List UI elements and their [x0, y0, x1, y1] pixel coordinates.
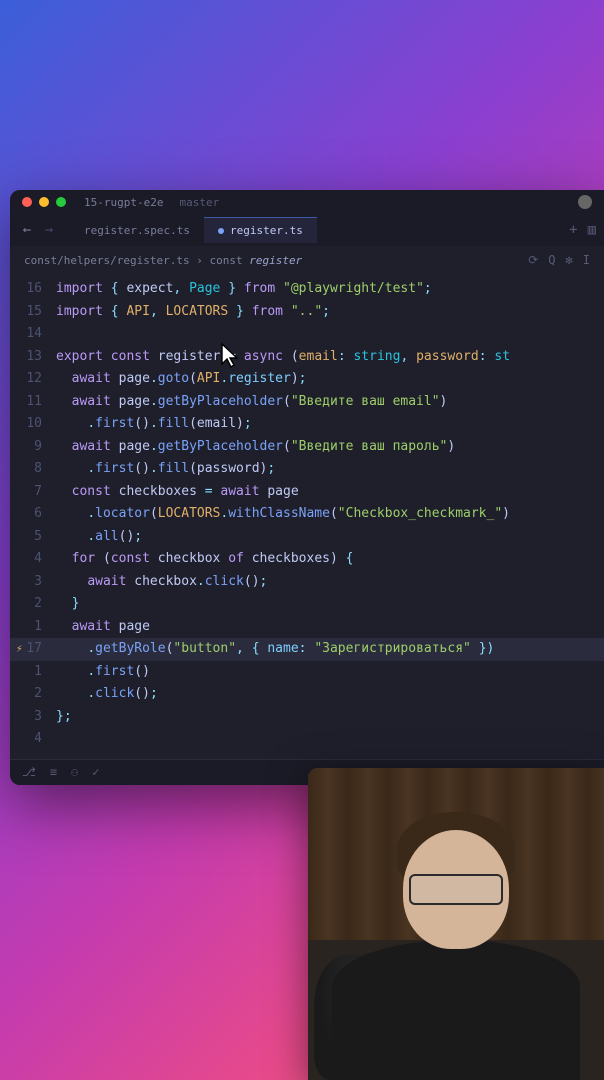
minimize-window-button[interactable]: [39, 197, 49, 207]
title-bar: 15-rugpt-e2e master: [10, 190, 604, 214]
code-line[interactable]: 1 .first(): [10, 661, 604, 684]
line-number: 12: [10, 368, 56, 391]
code-line[interactable]: 11 await page.getByPlaceholder("Введите …: [10, 391, 604, 414]
code-line[interactable]: 4: [10, 728, 604, 751]
glasses-icon: [409, 874, 504, 905]
refresh-icon[interactable]: ⟳: [528, 253, 538, 267]
code-content[interactable]: const checkboxes = await page: [56, 481, 299, 504]
code-line[interactable]: 14: [10, 323, 604, 346]
line-number: 9: [10, 436, 56, 459]
code-content[interactable]: export const register = async (email: st…: [56, 346, 510, 369]
code-line[interactable]: 9 await page.getByPlaceholder("Введите в…: [10, 436, 604, 459]
code-content[interactable]: .all();: [56, 526, 142, 549]
git-branch: master: [179, 196, 219, 209]
code-content[interactable]: await page.goto(API.register);: [56, 368, 307, 391]
line-number: 15: [10, 301, 56, 324]
line-number: 4: [10, 548, 56, 571]
nav-back-icon[interactable]: ←: [18, 222, 36, 238]
text-cursor-icon[interactable]: I: [583, 253, 590, 267]
tab-register-ts[interactable]: register.ts: [204, 217, 317, 243]
tab-register-spec-ts[interactable]: register.spec.ts: [70, 217, 204, 243]
line-number: 2: [10, 683, 56, 706]
new-tab-icon[interactable]: +: [569, 222, 577, 238]
project-name: 15-rugpt-e2e: [84, 196, 163, 209]
code-line[interactable]: 1 await page: [10, 616, 604, 639]
line-number: 8: [10, 458, 56, 481]
code-content[interactable]: await page: [56, 616, 150, 639]
code-content[interactable]: .first(): [56, 661, 150, 684]
code-line[interactable]: 2 .click();: [10, 683, 604, 706]
code-content[interactable]: .first().fill(password);: [56, 458, 275, 481]
maximize-window-button[interactable]: [56, 197, 66, 207]
code-content[interactable]: .first().fill(email);: [56, 413, 252, 436]
code-line[interactable]: 2 }: [10, 593, 604, 616]
close-window-button[interactable]: [22, 197, 32, 207]
code-line[interactable]: 6 .locator(LOCATORS.withClassName("Check…: [10, 503, 604, 526]
code-line[interactable]: 7 const checkboxes = await page: [10, 481, 604, 504]
code-content[interactable]: .click();: [56, 683, 158, 706]
code-line[interactable]: 4 for (const checkbox of checkboxes) {: [10, 548, 604, 571]
line-number: 1: [10, 616, 56, 639]
code-line[interactable]: 15import { API, LOCATORS } from "..";: [10, 301, 604, 324]
code-content[interactable]: await page.getByPlaceholder("Введите ваш…: [56, 436, 455, 459]
line-number: 11: [10, 391, 56, 414]
code-line[interactable]: 13export const register = async (email: …: [10, 346, 604, 369]
line-number: 16: [10, 278, 56, 301]
code-content[interactable]: for (const checkbox of checkboxes) {: [56, 548, 353, 571]
line-number: 10: [10, 413, 56, 436]
status-icon-1[interactable]: ≡: [50, 765, 57, 779]
editor-window: 15-rugpt-e2e master ← → register.spec.ts…: [10, 190, 604, 785]
tab-label: register.spec.ts: [84, 224, 190, 237]
breadcrumb-path: const/helpers/register.ts: [24, 254, 190, 267]
line-number: 7: [10, 481, 56, 504]
tab-label: register.ts: [230, 224, 303, 237]
status-icon-3[interactable]: ✓: [92, 765, 99, 779]
code-editor[interactable]: 16import { expect, Page } from "@playwri…: [10, 274, 604, 759]
person-body: [332, 940, 581, 1080]
line-number: 4: [10, 728, 56, 751]
code-content[interactable]: };: [56, 706, 72, 729]
code-line[interactable]: 3 await checkbox.click();: [10, 571, 604, 594]
status-icon-2[interactable]: ⚇: [71, 765, 78, 779]
bolt-icon: ⚡: [16, 638, 23, 661]
code-content[interactable]: .getByRole("button", { name: "Зарегистри…: [56, 638, 494, 661]
code-line[interactable]: 5 .all();: [10, 526, 604, 549]
code-line[interactable]: 3};: [10, 706, 604, 729]
line-number: 6: [10, 503, 56, 526]
extensions-icon[interactable]: ✻: [566, 253, 573, 267]
tab-bar: register.spec.ts register.ts: [70, 217, 317, 243]
line-number: 5: [10, 526, 56, 549]
breadcrumb-row: const/helpers/register.ts › const regist…: [10, 246, 604, 274]
search-icon[interactable]: Q: [548, 253, 555, 267]
nav-forward-icon[interactable]: →: [40, 222, 58, 238]
breadcrumb[interactable]: const/helpers/register.ts › const regist…: [24, 254, 302, 267]
line-number: 1: [10, 661, 56, 684]
line-number: 2: [10, 593, 56, 616]
code-line[interactable]: ⚡17 .getByRole("button", { name: "Зареги…: [10, 638, 604, 661]
nav-row: ← → register.spec.ts register.ts + ▥: [10, 214, 604, 246]
code-line[interactable]: 10 .first().fill(email);: [10, 413, 604, 436]
webcam-overlay: [308, 768, 604, 1080]
line-number: 13: [10, 346, 56, 369]
modified-dot-icon: [218, 228, 224, 234]
code-line[interactable]: 16import { expect, Page } from "@playwri…: [10, 278, 604, 301]
line-number: ⚡17: [10, 638, 56, 661]
code-content[interactable]: import { API, LOCATORS } from "..";: [56, 301, 330, 324]
user-avatar[interactable]: [578, 195, 592, 209]
code-content[interactable]: await checkbox.click();: [56, 571, 267, 594]
code-content[interactable]: import { expect, Page } from "@playwrigh…: [56, 278, 432, 301]
code-content[interactable]: .locator(LOCATORS.withClassName("Checkbo…: [56, 503, 510, 526]
line-number: 14: [10, 323, 56, 346]
code-line[interactable]: 8 .first().fill(password);: [10, 458, 604, 481]
code-content[interactable]: await page.getByPlaceholder("Введите ваш…: [56, 391, 447, 414]
line-number: 3: [10, 571, 56, 594]
status-icon-0[interactable]: ⎇: [22, 765, 36, 779]
split-editor-icon[interactable]: ▥: [588, 222, 596, 238]
traffic-lights: [22, 197, 66, 207]
code-line[interactable]: 12 await page.goto(API.register);: [10, 368, 604, 391]
code-content[interactable]: }: [56, 593, 79, 616]
line-number: 3: [10, 706, 56, 729]
